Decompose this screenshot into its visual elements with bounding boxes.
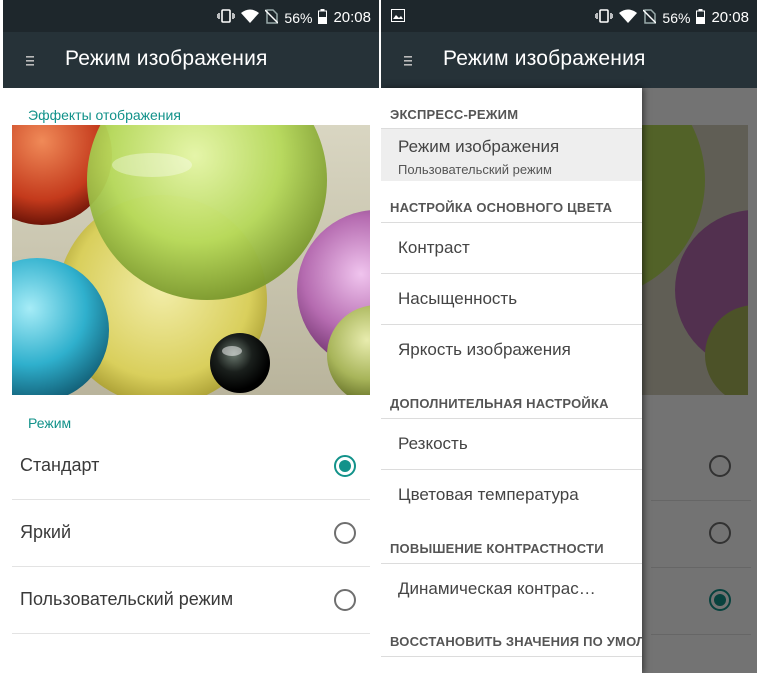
drawer-item-title: Режим изображения: [398, 137, 560, 156]
drawer-item-label: Цветовая температура: [398, 485, 579, 504]
mode-option-label: Пользовательский режим: [20, 589, 234, 609]
drawer-item-sharpness[interactable]: Резкость: [381, 418, 642, 468]
radio-icon[interactable]: [334, 589, 356, 611]
mode-option-label: Стандарт: [20, 455, 100, 475]
drawer-item-brightness[interactable]: Яркость изображения: [381, 324, 642, 374]
mode-option-standard[interactable]: Стандарт: [12, 433, 370, 500]
left-screen: 56% 20:08 Режим изображения Эффекты отоб…: [3, 0, 379, 673]
preview-image: [12, 125, 370, 395]
menu-icon[interactable]: [397, 50, 419, 72]
image-notification-icon: [391, 9, 405, 25]
no-sim-icon: [264, 8, 279, 27]
drawer-item-contrast[interactable]: Контраст: [381, 222, 642, 272]
drawer-item-label: Контраст: [398, 238, 470, 257]
battery-percent: 56%: [662, 9, 691, 26]
drawer-item-label: Насыщенность: [398, 289, 518, 308]
mode-option-bright[interactable]: Яркий: [12, 500, 370, 567]
menu-icon[interactable]: [19, 50, 41, 72]
battery-icon: [318, 8, 328, 27]
mode-section-label: Режим: [28, 415, 72, 431]
page-title: Режим изображения: [443, 47, 646, 70]
drawer-header-basic-color: НАСТРОЙКА ОСНОВНОГО ЦВЕТА: [390, 200, 613, 215]
navigation-drawer: ЭКСПРЕСС-РЕЖИМ Режим изображения Пользов…: [381, 88, 642, 673]
clock: 20:08: [333, 9, 371, 26]
radio-icon[interactable]: [334, 522, 356, 544]
drawer-item-saturation[interactable]: Насыщенность: [381, 273, 642, 323]
drawer-item-label: Резкость: [398, 434, 468, 453]
app-bar: Режим изображения: [381, 32, 757, 88]
radio-icon[interactable]: [334, 455, 356, 477]
drawer-item-label: Динамическая контрас…: [398, 579, 596, 598]
drawer-header-restore-defaults[interactable]: ВОССТАНОВИТЬ ЗНАЧЕНИЯ ПО УМОЛЧАНИЮ: [390, 634, 642, 649]
drawer-item-label: Яркость изображения: [398, 340, 571, 359]
drawer-header-express: ЭКСПРЕСС-РЕЖИМ: [390, 107, 519, 122]
wifi-icon: [241, 9, 260, 26]
page-title: Режим изображения: [65, 47, 268, 70]
vibrate-icon: [594, 8, 615, 27]
divider: [381, 656, 642, 657]
status-bar: 56% 20:08: [381, 0, 757, 32]
drawer-item-subtitle: Пользовательский режим: [398, 162, 552, 177]
right-screen: 56% 20:08 Режим изображения ЭКСПРЕСС-РЕЖ…: [381, 0, 757, 673]
no-sim-icon: [642, 8, 657, 27]
effects-section-label: Эффекты отображения: [28, 107, 181, 123]
mode-option-custom[interactable]: Пользовательский режим: [12, 567, 370, 634]
drawer-item-picture-mode[interactable]: Режим изображения Пользовательский режим: [381, 128, 642, 181]
mode-option-label: Яркий: [20, 522, 71, 542]
battery-icon: [696, 8, 706, 27]
drawer-item-color-temperature[interactable]: Цветовая температура: [381, 469, 642, 519]
clock: 20:08: [711, 9, 749, 26]
wifi-icon: [619, 9, 638, 26]
drawer-header-contrast-boost: ПОВЫШЕНИЕ КОНТРАСТНОСТИ: [390, 541, 604, 556]
battery-percent: 56%: [284, 9, 313, 26]
drawer-item-dynamic-contrast[interactable]: Динамическая контрас…: [381, 563, 642, 613]
vibrate-icon: [216, 8, 237, 27]
app-bar: Режим изображения: [3, 32, 379, 88]
drawer-header-advanced: ДОПОЛНИТЕЛЬНАЯ НАСТРОЙКА: [390, 396, 609, 411]
status-bar: 56% 20:08: [3, 0, 379, 32]
